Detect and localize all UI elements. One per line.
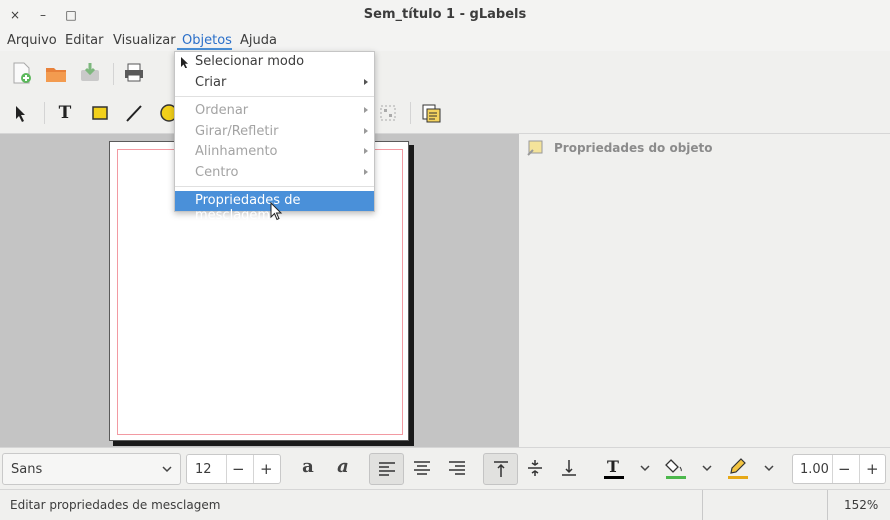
- menu-bar: Arquivo Editar Visualizar Objetos Ajuda: [0, 31, 890, 51]
- main-toolbar: [0, 51, 890, 95]
- text-color-button[interactable]: T: [600, 456, 628, 482]
- line-width-stepper[interactable]: 1.00 − +: [792, 454, 886, 484]
- submenu-arrow-icon: [364, 107, 368, 113]
- paint-bucket-icon: [665, 459, 682, 473]
- toolbar-separator: [113, 63, 114, 85]
- chevron-down-icon[interactable]: [702, 465, 712, 473]
- bold-button[interactable]: a: [295, 456, 321, 482]
- menu-item-label: Ordenar: [195, 103, 249, 118]
- menu-ajuda[interactable]: Ajuda: [240, 33, 277, 48]
- menu-item-selecionar-modo[interactable]: Selecionar modo: [175, 52, 374, 72]
- select-arrow-icon: [181, 57, 188, 68]
- font-family-select[interactable]: Sans: [2, 453, 181, 485]
- toolbar-separator: [44, 102, 45, 124]
- fill-color-swatch: [666, 476, 686, 479]
- valign-middle-button[interactable]: [519, 453, 551, 485]
- object-properties-icon: [526, 139, 544, 157]
- submenu-arrow-icon: [364, 79, 368, 85]
- text-color-swatch: [604, 476, 624, 479]
- active-menu-indicator: [177, 48, 232, 50]
- objects-menu-dropdown: Selecionar modo Criar Ordenar Girar/Refl…: [174, 51, 375, 223]
- menu-separator: [175, 96, 374, 97]
- align-right-button[interactable]: [440, 453, 474, 485]
- menu-item-alinhamento[interactable]: Alinhamento: [175, 142, 374, 162]
- menu-objetos[interactable]: Objetos: [182, 33, 232, 48]
- status-message: Editar propriedades de mesclagem: [10, 498, 221, 512]
- format-toolbar: Sans 12 − + a a T 1.00 − +: [0, 447, 890, 490]
- box-tool-icon[interactable]: [88, 101, 112, 125]
- align-right-icon: [449, 461, 465, 475]
- align-left-button[interactable]: [369, 453, 404, 485]
- align-center-icon: [414, 461, 430, 475]
- toolbar-separator: [410, 102, 411, 124]
- menu-item-centro[interactable]: Centro: [175, 163, 374, 183]
- new-file-icon[interactable]: [10, 61, 34, 85]
- title-bar: × – □ Sem_título 1 - gLabels: [0, 0, 890, 32]
- line-color-swatch: [728, 476, 748, 479]
- print-icon[interactable]: [122, 61, 146, 85]
- status-bar: Editar propriedades de mesclagem 152%: [0, 489, 890, 520]
- merge-properties-icon[interactable]: [419, 101, 443, 125]
- align-left-icon: [378, 462, 395, 476]
- menu-item-girar-refletir[interactable]: Girar/Refletir: [175, 122, 374, 142]
- image-tool-icon[interactable]: [376, 101, 400, 125]
- chevron-down-icon[interactable]: [764, 465, 774, 473]
- valign-bottom-icon: [562, 460, 576, 476]
- line-width-value: 1.00: [800, 462, 829, 477]
- menu-editar[interactable]: Editar: [65, 33, 104, 48]
- object-properties-panel: Propriedades do objeto: [520, 134, 890, 447]
- line-width-decrease-button[interactable]: −: [838, 460, 851, 478]
- save-icon[interactable]: [78, 61, 102, 85]
- italic-button[interactable]: a: [330, 456, 356, 482]
- object-properties-title: Propriedades do objeto: [554, 141, 713, 155]
- font-size-increase-button[interactable]: +: [260, 460, 273, 478]
- open-folder-icon[interactable]: [44, 61, 68, 85]
- submenu-arrow-icon: [364, 128, 368, 134]
- menu-item-label: Selecionar modo: [195, 54, 305, 69]
- menu-item-label: Criar: [195, 75, 227, 90]
- select-arrow-icon[interactable]: [8, 101, 32, 125]
- font-size-value: 12: [195, 462, 212, 477]
- tools-toolbar: T: [0, 95, 890, 134]
- font-family-value: Sans: [11, 462, 43, 477]
- submenu-arrow-icon: [364, 169, 368, 175]
- mouse-cursor-icon: [270, 202, 283, 221]
- pencil-icon: [730, 458, 746, 474]
- line-width-increase-button[interactable]: +: [866, 460, 879, 478]
- valign-top-button[interactable]: [483, 453, 518, 485]
- menu-item-label: Propriedades de mesclagem: [195, 193, 301, 223]
- valign-top-icon: [493, 461, 508, 477]
- menu-item-label: Alinhamento: [195, 144, 278, 159]
- menu-separator: [175, 186, 374, 187]
- status-cursor-position: [702, 490, 828, 520]
- menu-item-ordenar[interactable]: Ordenar: [175, 101, 374, 121]
- text-color-icon: T: [607, 457, 619, 476]
- font-size-stepper[interactable]: 12 − +: [186, 454, 281, 484]
- valign-bottom-button[interactable]: [553, 453, 585, 485]
- window-title: Sem_título 1 - gLabels: [363, 7, 527, 22]
- menu-item-criar[interactable]: Criar: [175, 73, 374, 93]
- line-tool-icon[interactable]: [122, 101, 146, 125]
- line-color-button[interactable]: [724, 456, 752, 482]
- menu-visualizar[interactable]: Visualizar: [113, 33, 176, 48]
- fill-color-button[interactable]: [662, 456, 690, 482]
- submenu-arrow-icon: [364, 148, 368, 154]
- align-center-button[interactable]: [405, 453, 439, 485]
- font-size-decrease-button[interactable]: −: [232, 460, 245, 478]
- zoom-level: 152%: [844, 498, 879, 512]
- menu-item-label: Centro: [195, 165, 239, 180]
- text-tool-icon[interactable]: T: [53, 101, 77, 125]
- valign-middle-icon: [528, 460, 542, 476]
- chevron-down-icon[interactable]: [640, 465, 650, 473]
- chevron-down-icon: [162, 466, 172, 473]
- menu-item-label: Girar/Refletir: [195, 124, 279, 139]
- menu-arquivo[interactable]: Arquivo: [7, 33, 57, 48]
